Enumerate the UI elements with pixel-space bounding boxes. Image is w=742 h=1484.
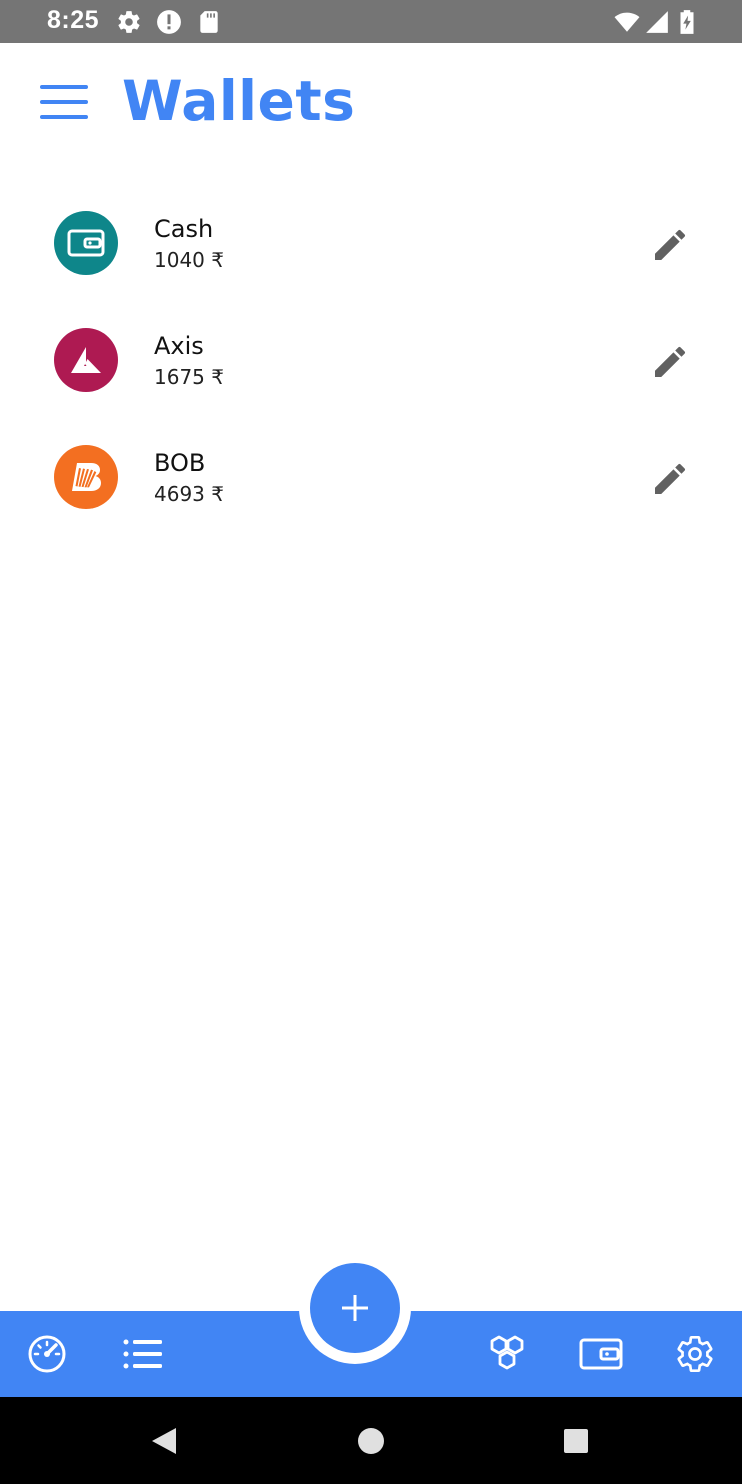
wallet-item-bob[interactable]: BOB 4693 ₹: [0, 417, 742, 534]
wallet-balance: 1040 ₹: [154, 248, 224, 272]
plus-icon: [342, 1295, 368, 1321]
signal-status-icon: [646, 11, 668, 33]
sd-card-status-icon: [200, 11, 218, 33]
dashboard-speedometer-icon: [28, 1335, 66, 1373]
status-bar: 8:25: [0, 0, 742, 43]
add-transaction-button[interactable]: [310, 1263, 400, 1353]
nav-dashboard[interactable]: [24, 1331, 70, 1377]
alert-status-icon: [157, 10, 181, 34]
wallet-balance: 1675 ₹: [154, 365, 224, 389]
wallet-name: Cash: [154, 215, 214, 243]
wallet-avatar-axis: [54, 328, 118, 392]
categories-icon: [490, 1335, 524, 1370]
nav-wallets[interactable]: [578, 1331, 624, 1377]
edit-icon[interactable]: [650, 342, 690, 382]
wallet-balance: 4693 ₹: [154, 482, 224, 506]
edit-icon[interactable]: [650, 225, 690, 265]
recents-icon[interactable]: [563, 1428, 589, 1454]
wallets-icon: [579, 1338, 623, 1370]
battery-charging-status-icon: [680, 10, 694, 34]
transactions-list-icon: [123, 1339, 162, 1369]
wallet-list: Cash 1040 ₹ Axis 1675 ₹ BOB 4693 ₹: [0, 183, 742, 534]
wallet-name: BOB: [154, 449, 206, 477]
system-navigation-bar: [0, 1397, 742, 1484]
app-bar: Wallets: [0, 43, 742, 163]
status-time: 8:25: [47, 6, 100, 34]
nav-settings[interactable]: [672, 1331, 718, 1377]
nav-transactions[interactable]: [120, 1331, 166, 1377]
wallet-icon: [67, 229, 105, 257]
wallet-item-axis[interactable]: Axis 1675 ₹: [0, 300, 742, 417]
edit-icon[interactable]: [650, 459, 690, 499]
page-title: Wallets: [122, 69, 356, 133]
settings-icon: [677, 1336, 713, 1373]
bob-bank-logo-icon: [72, 463, 101, 491]
back-icon[interactable]: [150, 1426, 178, 1456]
wallet-avatar-cash: [54, 211, 118, 275]
wallet-avatar-bob: [54, 445, 118, 509]
hamburger-menu-icon[interactable]: [36, 80, 92, 124]
settings-status-icon: [118, 11, 140, 33]
axis-bank-logo-icon: [71, 347, 101, 373]
home-icon[interactable]: [357, 1427, 385, 1455]
wallet-item-cash[interactable]: Cash 1040 ₹: [0, 183, 742, 300]
wifi-status-icon: [614, 12, 640, 32]
wallet-name: Axis: [154, 332, 204, 360]
nav-categories[interactable]: [484, 1331, 530, 1377]
